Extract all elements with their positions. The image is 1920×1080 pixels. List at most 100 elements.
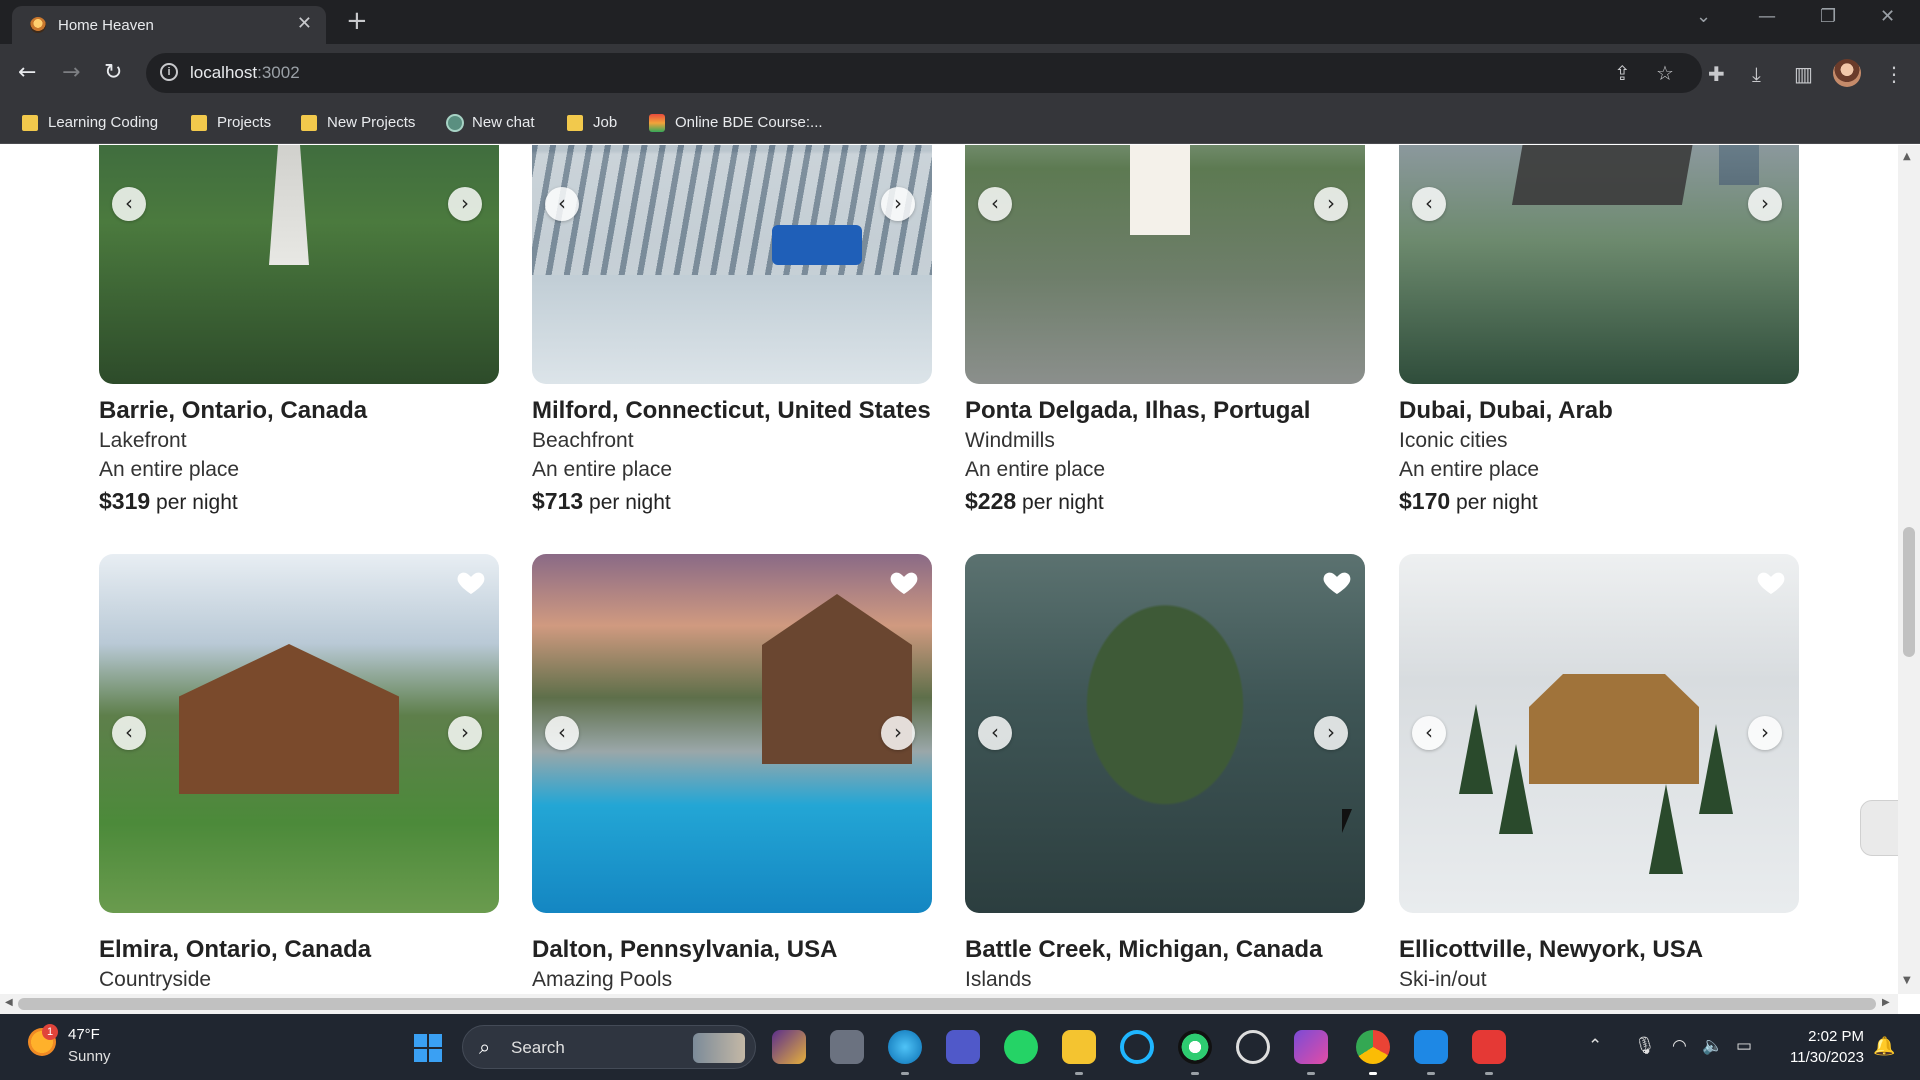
- task-view-icon[interactable]: [830, 1030, 864, 1064]
- teams-app-icon[interactable]: [946, 1030, 980, 1064]
- restore-icon[interactable]: ❐: [1820, 6, 1836, 27]
- listing-photo[interactable]: [99, 145, 499, 384]
- edge-app-icon[interactable]: [888, 1030, 922, 1064]
- next-image-icon[interactable]: ›: [1314, 187, 1348, 221]
- whatsapp-app-icon[interactable]: [1004, 1030, 1038, 1064]
- extensions-icon[interactable]: ✚: [1708, 62, 1725, 86]
- profile-avatar[interactable]: [1833, 59, 1861, 87]
- folder-icon: [191, 115, 207, 131]
- next-image-icon[interactable]: ›: [1748, 187, 1782, 221]
- reload-icon[interactable]: ↻: [104, 60, 122, 85]
- prev-image-icon[interactable]: ‹: [978, 716, 1012, 750]
- next-image-icon[interactable]: ›: [881, 187, 915, 221]
- weather-temperature[interactable]: 47°F: [68, 1026, 100, 1043]
- price-suffix: per night: [589, 491, 671, 514]
- window-close-icon[interactable]: ✕: [1880, 6, 1895, 27]
- show-hidden-icons-icon[interactable]: ⌃: [1588, 1036, 1602, 1056]
- minimize-icon[interactable]: —: [1758, 6, 1776, 27]
- battery-icon[interactable]: ▭: [1736, 1036, 1752, 1056]
- dock-shape: [269, 145, 309, 265]
- obs-app-icon[interactable]: [1236, 1030, 1270, 1064]
- next-image-icon[interactable]: ›: [448, 716, 482, 750]
- close-tab-icon[interactable]: ✕: [297, 13, 312, 34]
- address-bar[interactable]: i localhost:3002 ⇪ ☆: [146, 53, 1702, 93]
- listing-photo[interactable]: [1399, 554, 1799, 913]
- prev-image-icon[interactable]: ‹: [112, 716, 146, 750]
- clock[interactable]: 2:02 PM 11/30/2023: [1780, 1026, 1864, 1068]
- wifi-icon[interactable]: ◠: [1672, 1036, 1687, 1056]
- lodge-shape: [1529, 674, 1699, 784]
- listing-photo[interactable]: [1399, 145, 1799, 384]
- listing-photo[interactable]: [532, 145, 932, 384]
- horizontal-scroll-thumb[interactable]: [18, 998, 1876, 1010]
- horizontal-scrollbar[interactable]: ◀ ▶: [0, 994, 1898, 1014]
- bookmark-job[interactable]: Job: [567, 112, 617, 134]
- heart-icon[interactable]: [455, 566, 487, 598]
- prev-image-icon[interactable]: ‹: [545, 716, 579, 750]
- vertical-scroll-thumb[interactable]: [1903, 527, 1915, 657]
- bookmark-new-chat[interactable]: New chat: [446, 112, 535, 134]
- heart-icon[interactable]: [1321, 566, 1353, 598]
- next-image-icon[interactable]: ›: [1314, 716, 1348, 750]
- windows-start-icon[interactable]: [414, 1034, 442, 1062]
- taskbar-search[interactable]: ⌕ Search: [462, 1025, 756, 1069]
- vscode-app-icon[interactable]: [1414, 1030, 1448, 1064]
- scroll-right-icon[interactable]: ▶: [1882, 997, 1890, 1008]
- site-info-icon[interactable]: i: [160, 63, 178, 81]
- bookmark-online-bde-course[interactable]: Online BDE Course:...: [649, 112, 823, 134]
- share-icon[interactable]: ⇪: [1614, 61, 1631, 85]
- prev-image-icon[interactable]: ‹: [545, 187, 579, 221]
- volume-icon[interactable]: 🔈: [1702, 1036, 1723, 1056]
- premiere-app-icon[interactable]: [772, 1030, 806, 1064]
- search-label: Search: [511, 1038, 565, 1057]
- listing-photo[interactable]: [965, 145, 1365, 384]
- bookmark-projects[interactable]: Projects: [191, 112, 271, 134]
- listing-photo[interactable]: [965, 554, 1365, 913]
- listing-location: Battle Creek, Michigan, Canada: [965, 936, 1323, 963]
- vertical-scrollbar[interactable]: ▲ ▼: [1898, 145, 1920, 994]
- notification-bell-icon[interactable]: 🔔: [1873, 1036, 1895, 1057]
- tab-search-icon[interactable]: ⌄: [1696, 6, 1711, 27]
- screen-recorder-icon[interactable]: [1178, 1030, 1212, 1064]
- weather-description[interactable]: Sunny: [68, 1048, 111, 1065]
- browser-tab[interactable]: Home Heaven ✕: [12, 6, 326, 44]
- new-tab-icon[interactable]: +: [346, 6, 368, 36]
- running-indicator: [1369, 1072, 1377, 1075]
- chrome-app-icon[interactable]: [1356, 1030, 1390, 1064]
- scroll-left-icon[interactable]: ◀: [5, 997, 13, 1008]
- prev-image-icon[interactable]: ‹: [1412, 716, 1446, 750]
- bookmark-new-projects[interactable]: New Projects: [301, 112, 415, 134]
- scroll-up-icon[interactable]: ▲: [1903, 151, 1911, 162]
- menu-icon[interactable]: ⋮: [1884, 62, 1904, 86]
- prev-image-icon[interactable]: ‹: [978, 187, 1012, 221]
- next-image-icon[interactable]: ›: [448, 187, 482, 221]
- file-explorer-icon[interactable]: [1062, 1030, 1096, 1064]
- listing-type: An entire place: [965, 458, 1106, 481]
- address-url[interactable]: localhost:3002: [190, 63, 300, 83]
- side-panel-icon[interactable]: ▥: [1794, 62, 1813, 86]
- next-image-icon[interactable]: ›: [1748, 716, 1782, 750]
- listing-photo[interactable]: [532, 554, 932, 913]
- listing-info: Dalton, Pennsylvania, USA Amazing Pools: [532, 935, 952, 994]
- prev-image-icon[interactable]: ‹: [1412, 187, 1446, 221]
- clipchamp-app-icon[interactable]: [1294, 1030, 1328, 1064]
- heart-icon[interactable]: [888, 566, 920, 598]
- bookmark-learning-coding[interactable]: Learning Coding: [22, 112, 158, 134]
- heart-icon[interactable]: [1755, 566, 1787, 598]
- tree-shape: [1649, 784, 1683, 874]
- cortana-app-icon[interactable]: [1120, 1030, 1154, 1064]
- prev-image-icon[interactable]: ‹: [112, 187, 146, 221]
- download-icon[interactable]: ⤓: [1752, 62, 1761, 86]
- forward-icon[interactable]: →: [62, 60, 80, 85]
- bookmark-star-icon[interactable]: ☆: [1656, 61, 1674, 85]
- listing-location: Ponta Delgada, Ilhas, Portugal: [965, 397, 1311, 424]
- anydesk-app-icon[interactable]: [1472, 1030, 1506, 1064]
- microphone-icon[interactable]: 🎙: [1634, 1036, 1656, 1056]
- price-suffix: per night: [1456, 491, 1538, 514]
- listing-photo[interactable]: [99, 554, 499, 913]
- scroll-down-icon[interactable]: ▼: [1903, 975, 1911, 986]
- back-icon[interactable]: ←: [18, 60, 36, 85]
- course-icon: [649, 114, 665, 132]
- next-image-icon[interactable]: ›: [881, 716, 915, 750]
- tree-shape: [1499, 744, 1533, 834]
